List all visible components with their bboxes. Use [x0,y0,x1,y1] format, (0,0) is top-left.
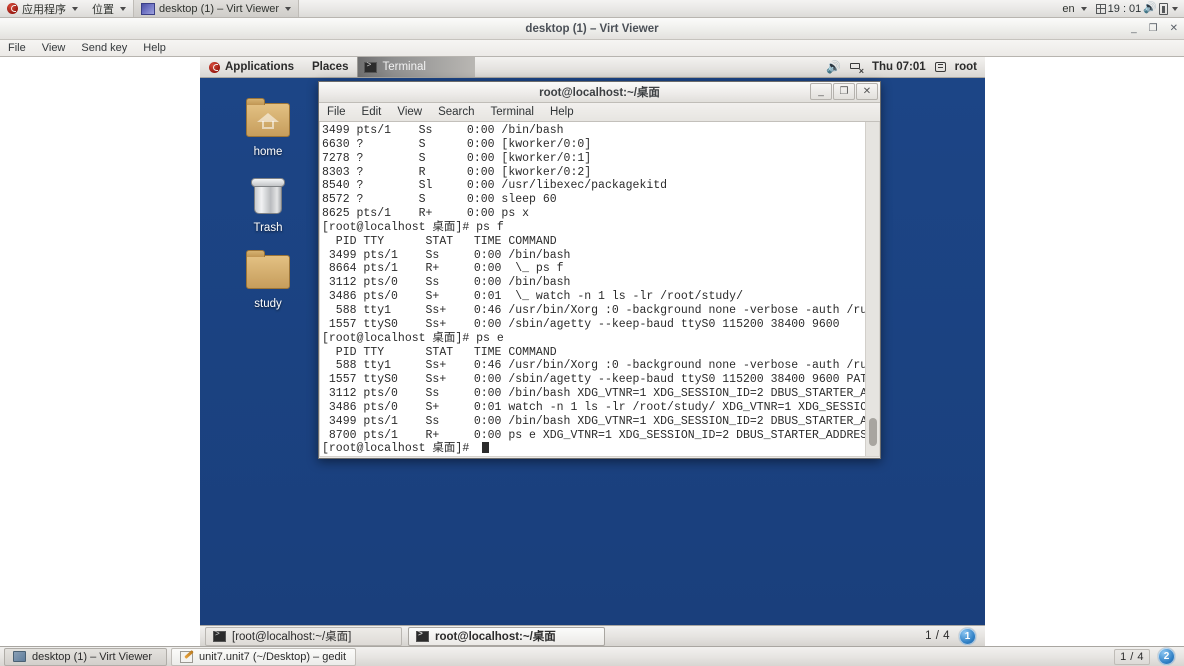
guest-window-label: Terminal [382,61,426,73]
calendar-icon [1095,3,1106,14]
guest-applications-menu[interactable]: Applications [200,57,303,77]
keyboard-layout-label: en [1062,2,1075,15]
host-workspace-badge[interactable]: 2 [1157,647,1176,666]
chevron-down-icon[interactable] [1172,6,1178,11]
terminal-minimize-button[interactable]: _ [810,83,832,100]
chevron-down-icon [1080,6,1087,11]
chevron-down-icon [285,6,292,11]
guest-bottom-panel: [root@localhost:~/桌面] root@localhost:~/桌… [200,625,985,646]
guest-clock[interactable]: Thu 07:01 [872,61,926,73]
terminal-title: root@localhost:~/桌面 [539,87,660,99]
guest-window-list-terminal[interactable]: Terminal [357,57,476,77]
desktop-icon-trash[interactable]: Trash [230,173,306,234]
host-clock[interactable]: 19 : 01 [1108,3,1142,15]
virt-viewer-icon [141,2,155,15]
guest-viewport-container: Applications Places Terminal 🔊 Thu 07:01… [0,57,1184,646]
home-folder-icon [230,97,306,143]
host-window-label: desktop (1) – Virt Viewer [159,2,280,15]
trash-icon [230,173,306,219]
desktop-icon-study[interactable]: study [230,249,306,310]
terminal-menu-help[interactable]: Help [542,106,582,118]
folder-icon [230,249,306,295]
host-taskbar-item-1-label: unit7.unit7 (~/Desktop) – gedit [199,650,347,663]
host-window-menu[interactable]: desktop (1) – Virt Viewer [133,0,300,17]
guest-taskbar-item-0[interactable]: [root@localhost:~/桌面] [205,626,402,646]
host-taskbar-item-virt-viewer[interactable]: desktop (1) – Virt Viewer [4,647,167,666]
terminal-window-controls: _ ❐ ✕ [810,83,878,100]
guest-screen[interactable]: Applications Places Terminal 🔊 Thu 07:01… [200,57,985,646]
user-account-icon [934,62,946,72]
menu-help[interactable]: Help [135,42,174,54]
guest-user-label[interactable]: root [955,61,977,73]
host-workspace-switcher: 1 / 4 2 [1114,647,1184,666]
terminal-icon [364,61,378,73]
maximize-button[interactable]: ❐ [1149,24,1158,34]
guest-panel-tray: 🔊 Thu 07:01 root [826,61,985,76]
guest-places-label: Places [312,61,349,73]
guest-taskbar-item-1[interactable]: root@localhost:~/桌面 [408,626,605,646]
terminal-scrollbar-thumb[interactable] [869,418,877,446]
terminal-scrollbar[interactable] [865,122,879,456]
fedora-logo-icon [7,3,18,14]
terminal-window[interactable]: root@localhost:~/桌面 _ ❐ ✕ File Edit View… [318,81,881,459]
virt-viewer-menubar: File View Send key Help [0,40,1184,57]
terminal-menubar: File Edit View Search Terminal Help [319,103,880,122]
host-panel-tray: en 19 : 01 🔊 [1055,0,1184,17]
host-taskbar-item-0-label: desktop (1) – Virt Viewer [32,650,153,663]
terminal-titlebar[interactable]: root@localhost:~/桌面 _ ❐ ✕ [319,82,880,103]
host-taskbar: desktop (1) – Virt Viewer unit7.unit7 (~… [0,646,1184,666]
menu-view[interactable]: View [34,42,74,54]
terminal-cursor [482,442,489,453]
fedora-logo-icon [209,61,220,73]
virt-viewer-window-controls: _ ❐ ✕ [1131,18,1178,40]
terminal-menu-terminal[interactable]: Terminal [483,106,542,118]
desktop-icon-trash-label: Trash [253,222,283,234]
guest-taskbar-item-1-label: root@localhost:~/桌面 [435,631,556,643]
guest-top-panel: Applications Places Terminal 🔊 Thu 07:01… [200,57,985,78]
menu-send-key[interactable]: Send key [73,42,135,54]
volume-icon[interactable]: 🔊 [826,61,841,73]
host-places-menu[interactable]: 位置 [85,0,133,17]
keyboard-layout-indicator[interactable]: en [1055,0,1093,17]
chevron-down-icon [120,6,126,11]
guest-taskbar-item-0-label: [root@localhost:~/桌面] [232,631,352,643]
guest-workspace-switcher: 1 / 4 1 [925,626,985,646]
guest-workspace-count: 1 / 4 [925,630,950,642]
guest-workspace-badge[interactable]: 1 [958,626,977,646]
volume-icon[interactable]: 🔊 [1143,3,1157,14]
terminal-output[interactable]: 3499 pts/1 Ss 0:00 /bin/bash 6630 ? S 0:… [320,122,865,456]
terminal-icon [416,630,429,642]
terminal-menu-view[interactable]: View [389,106,430,118]
guest-places-menu[interactable]: Places [303,57,357,77]
host-top-panel: 应用程序 位置 desktop (1) – Virt Viewer en 19 … [0,0,1184,18]
minimize-button[interactable]: _ [1131,24,1137,34]
host-taskbar-item-gedit[interactable]: unit7.unit7 (~/Desktop) – gedit [171,647,356,666]
terminal-close-button[interactable]: ✕ [856,83,878,100]
host-places-label: 位置 [92,3,114,16]
virt-viewer-title: desktop (1) – Virt Viewer [525,22,659,35]
terminal-menu-search[interactable]: Search [430,106,482,118]
terminal-menu-file[interactable]: File [319,106,354,118]
chevron-down-icon [72,6,78,11]
host-applications-label: 应用程序 [22,3,66,16]
guest-applications-label: Applications [225,61,295,73]
close-button[interactable]: ✕ [1170,24,1178,34]
battery-icon[interactable] [1159,2,1168,15]
terminal-menu-edit[interactable]: Edit [354,106,390,118]
terminal-icon [213,630,226,642]
terminal-body[interactable]: 3499 pts/1 Ss 0:00 /bin/bash 6630 ? S 0:… [319,122,880,457]
desktop-icon-home-label: home [253,146,283,158]
network-disconnected-icon[interactable] [849,62,864,76]
monitor-icon [13,651,26,662]
host-applications-menu[interactable]: 应用程序 [0,0,85,17]
desktop-icon-study-label: study [254,298,282,310]
virt-viewer-titlebar: desktop (1) – Virt Viewer _ ❐ ✕ [0,18,1184,40]
desktop-icon-home[interactable]: home [230,97,306,158]
host-workspace-count: 1 / 4 [1114,648,1150,665]
menu-file[interactable]: File [0,42,34,54]
terminal-maximize-button[interactable]: ❐ [833,83,855,100]
gedit-icon [180,650,193,663]
